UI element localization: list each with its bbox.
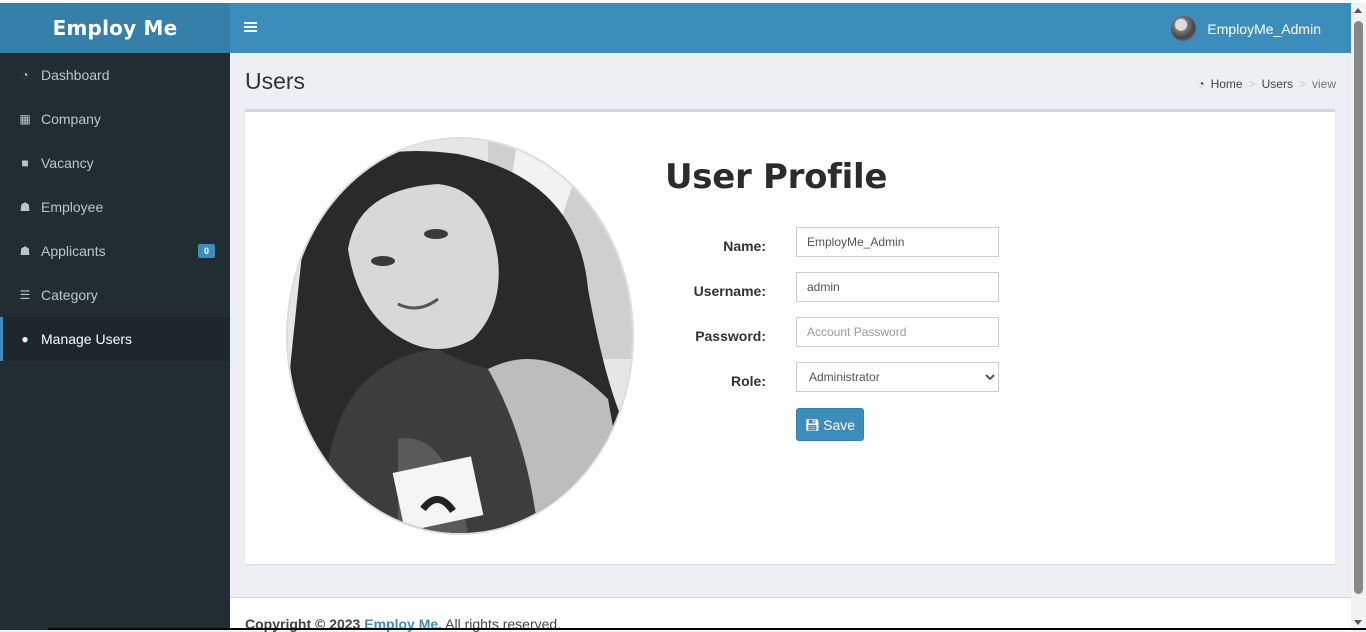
- save-button-label: Save: [823, 416, 856, 433]
- sidebar-item-category[interactable]: ☰ Category: [0, 273, 230, 317]
- scroll-up-arrow-icon[interactable]: [1354, 8, 1362, 13]
- scroll-down-arrow-icon[interactable]: [1354, 620, 1362, 625]
- sidebar: ◔ Dashboard ▦ Company ■ Vacancy ☗ Employ…: [0, 53, 230, 630]
- breadcrumb-current: view: [1311, 77, 1336, 91]
- password-field[interactable]: [796, 317, 999, 347]
- sidebar-item-label: Category: [41, 287, 98, 303]
- sidebar-item-vacancy[interactable]: ■ Vacancy: [0, 141, 230, 185]
- name-field[interactable]: [796, 227, 999, 257]
- list-icon: ☰: [19, 288, 31, 302]
- profile-box: User Profile Name: Username: Password: R…: [245, 109, 1335, 564]
- role-select[interactable]: Administrator: [796, 362, 999, 392]
- save-icon: 💾︎: [804, 417, 821, 432]
- brand-text[interactable]: Employ Me: [53, 16, 178, 40]
- dashboard-icon: ◔: [21, 68, 29, 82]
- sidebar-toggle-icon[interactable]: [244, 20, 258, 36]
- brand-logo[interactable]: Employ Me: [0, 3, 230, 53]
- breadcrumb: ◔ Home > Users > view: [1197, 77, 1336, 91]
- sidebar-item-applicants[interactable]: ☗ Applicants 0: [0, 229, 230, 273]
- profile-photo-image: [288, 139, 632, 533]
- username-label: Username:: [693, 283, 766, 299]
- users-icon: ☗: [19, 200, 31, 214]
- breadcrumb-separator: >: [1298, 77, 1306, 91]
- user-icon: ●: [21, 332, 29, 346]
- top-navbar: EmployMe_Admin: [230, 3, 1351, 53]
- sidebar-item-dashboard[interactable]: ◔ Dashboard: [0, 53, 230, 97]
- breadcrumb-separator: >: [1248, 77, 1256, 91]
- sidebar-item-label: Manage Users: [41, 331, 133, 347]
- user-name[interactable]: EmployMe_Admin: [1207, 21, 1321, 37]
- sidebar-item-manage-users[interactable]: ● Manage Users: [0, 317, 230, 361]
- role-label: Role:: [731, 373, 766, 389]
- sidebar-item-label: Dashboard: [41, 67, 110, 83]
- breadcrumb-home-link[interactable]: Home: [1211, 77, 1243, 91]
- users-icon: ☗: [19, 244, 31, 258]
- sidebar-item-company[interactable]: ▦ Company: [0, 97, 230, 141]
- sidebar-item-label: Company: [41, 111, 101, 127]
- user-avatar[interactable]: [1171, 16, 1197, 41]
- save-button[interactable]: 💾︎ Save: [796, 408, 864, 441]
- profile-photo: [286, 137, 634, 535]
- building-icon: ▦: [19, 112, 31, 126]
- scrollbar-thumb[interactable]: [1354, 21, 1363, 594]
- password-label: Password:: [695, 328, 766, 344]
- username-field[interactable]: [796, 272, 999, 302]
- profile-title: User Profile: [665, 157, 888, 197]
- sidebar-item-label: Applicants: [41, 243, 106, 259]
- sidebar-item-label: Employee: [41, 199, 104, 215]
- briefcase-icon: ■: [21, 156, 29, 170]
- applicants-count-badge: 0: [197, 244, 215, 258]
- user-menu[interactable]: EmployMe_Admin: [1171, 16, 1321, 41]
- page-title: Users: [245, 68, 306, 94]
- sidebar-item-employee[interactable]: ☗ Employee: [0, 185, 230, 229]
- dashboard-icon: ◔: [1197, 77, 1205, 91]
- breadcrumb-users-link[interactable]: Users: [1262, 77, 1293, 91]
- page-scrollbar[interactable]: [1351, 3, 1366, 630]
- sidebar-item-label: Vacancy: [41, 155, 94, 171]
- name-label: Name:: [723, 238, 766, 254]
- footer: Copyright © 2023 Employ Me. All rights r…: [230, 597, 1351, 632]
